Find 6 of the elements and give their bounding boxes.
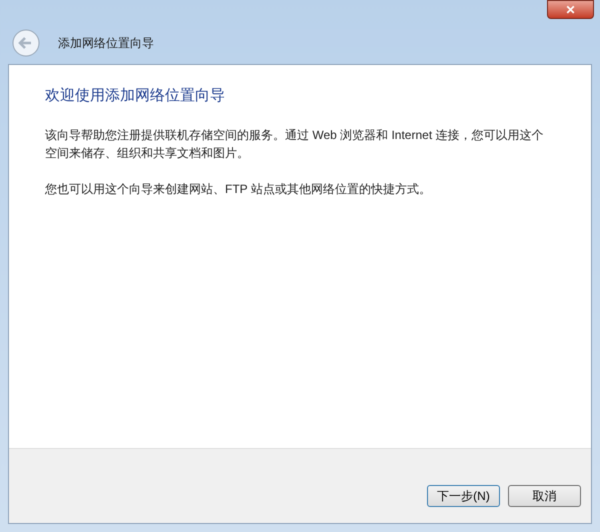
window-title: 添加网络位置向导: [58, 35, 154, 52]
next-button[interactable]: 下一步(N): [427, 485, 500, 507]
cancel-button[interactable]: 取消: [508, 485, 581, 507]
wizard-heading: 欢迎使用添加网络位置向导: [45, 86, 226, 106]
description-text: 该向导帮助您注册提供联机存储空间的服务。通过 Web 浏览器和 Internet 连接，您可以用这个空间来储存、组织和共享文档和图片。: [45, 126, 544, 162]
description-text: 您也可以用这个向导来创建网站、FTP 站点或其他网络位置的快捷方式。: [45, 180, 432, 198]
